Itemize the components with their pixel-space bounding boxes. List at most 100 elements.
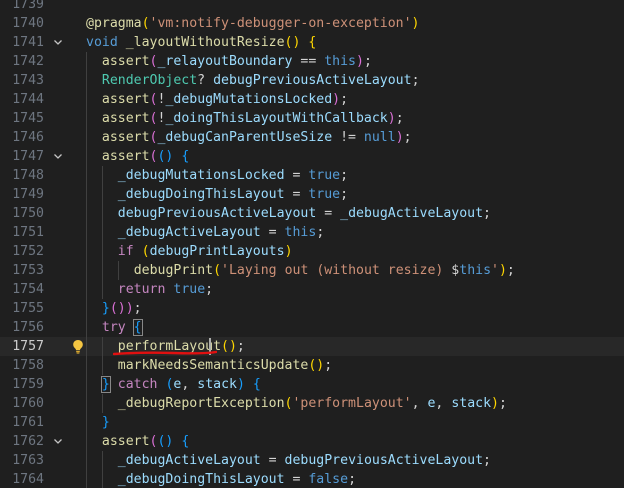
code-line[interactable]: 1764 _debugDoingThisLayout = false; bbox=[0, 470, 624, 488]
code-text[interactable]: return true; bbox=[118, 280, 213, 299]
code-text[interactable]: assert(() { bbox=[102, 147, 189, 166]
code-line[interactable]: 1739 bbox=[0, 0, 624, 14]
code-text[interactable]: assert(() { bbox=[102, 432, 189, 451]
code-token: { bbox=[252, 377, 261, 392]
code-line[interactable]: 1751 _debugActiveLayout = this; bbox=[0, 223, 624, 242]
code-line[interactable]: 1763 _debugActiveLayout = debugPreviousAc… bbox=[0, 451, 624, 470]
code-token: ) bbox=[395, 130, 404, 145]
code-token: ' bbox=[491, 263, 499, 278]
line-number: 1755 bbox=[12, 301, 44, 316]
code-line[interactable]: 1753 debugPrint('Laying out (without resi… bbox=[0, 261, 624, 280]
code-token: == bbox=[292, 54, 325, 69]
code-token: stack bbox=[197, 377, 237, 392]
code-token: null bbox=[363, 130, 396, 145]
code-token: ) bbox=[411, 16, 420, 31]
code-token: debugPreviousActiveLayout bbox=[284, 453, 484, 468]
code-token: _debugMutationsLocked bbox=[117, 168, 285, 183]
code-token: true bbox=[308, 187, 341, 202]
code-token: _debugDoingThisLayout bbox=[117, 187, 285, 202]
code-token: ; bbox=[236, 339, 245, 354]
indent-guide bbox=[86, 109, 87, 128]
code-token: ; bbox=[506, 263, 515, 278]
code-line[interactable]: 1762 assert(() { bbox=[0, 432, 624, 451]
indent-guide bbox=[101, 280, 103, 299]
code-line[interactable]: 1741 void _layoutWithoutResize() { bbox=[0, 33, 624, 52]
code-text[interactable]: RenderObject? debugPreviousActiveLayout; bbox=[102, 71, 420, 90]
code-line[interactable]: 1756 try { bbox=[0, 318, 624, 337]
line-number: 1756 bbox=[12, 320, 44, 335]
code-text[interactable]: markNeedsSemanticsUpdate(); bbox=[118, 356, 332, 375]
code-line[interactable]: 1757 performLayout(); bbox=[0, 337, 624, 356]
indent-guide bbox=[86, 394, 87, 413]
indent-guide bbox=[86, 280, 87, 299]
code-text[interactable]: } bbox=[102, 413, 110, 432]
code-token: assert bbox=[101, 149, 150, 164]
code-line[interactable]: 1755 }()); bbox=[0, 299, 624, 318]
code-text[interactable]: if (debugPrintLayouts) bbox=[118, 242, 293, 261]
code-token: ; bbox=[395, 111, 404, 126]
code-line[interactable]: 1740 @pragma('vm:notify-debugger-on-excep… bbox=[0, 14, 624, 33]
code-line[interactable]: 1744 assert(!_debugMutationsLocked); bbox=[0, 90, 624, 109]
code-token: = bbox=[284, 168, 309, 183]
code-text[interactable]: } catch (e, stack) { bbox=[100, 375, 261, 394]
indent-guide bbox=[86, 337, 87, 356]
code-line[interactable]: 1749 _debugDoingThisLayout = true; bbox=[0, 185, 624, 204]
code-token: ; bbox=[340, 168, 349, 183]
code-text[interactable]: try { bbox=[102, 318, 143, 337]
code-line[interactable]: 1752 if (debugPrintLayouts) bbox=[0, 242, 624, 261]
code-line[interactable]: 1759} catch (e, stack) { bbox=[0, 375, 624, 394]
code-token: { bbox=[132, 319, 143, 336]
code-line[interactable]: 1758 markNeedsSemanticsUpdate(); bbox=[0, 356, 624, 375]
code-token: _debugDoingThisLayout bbox=[117, 472, 285, 487]
code-text[interactable]: assert(_relayoutBoundary == this); bbox=[102, 52, 372, 71]
code-token: () bbox=[221, 339, 237, 354]
line-number: 1764 bbox=[12, 472, 44, 487]
line-number: 1739 bbox=[12, 0, 44, 12]
code-token: _doingThisLayoutWithCallback bbox=[165, 111, 388, 126]
code-line[interactable]: 1750 debugPreviousActiveLayout = _debugAc… bbox=[0, 204, 624, 223]
code-token: 'performLayout' bbox=[292, 396, 412, 411]
code-token: { bbox=[181, 434, 190, 449]
code-token: ; bbox=[340, 92, 349, 107]
code-line[interactable]: 1760 _debugReportException('performLayout… bbox=[0, 394, 624, 413]
code-text[interactable]: assert(_debugCanParentUseSize != null); bbox=[102, 128, 412, 147]
code-line[interactable]: 1754 return true; bbox=[0, 280, 624, 299]
code-line[interactable]: 1747 assert(() { bbox=[0, 147, 624, 166]
code-text[interactable]: assert(!_doingThisLayoutWithCallback); bbox=[102, 109, 404, 128]
indent-guide bbox=[101, 185, 103, 204]
code-text[interactable]: void _layoutWithoutResize() { bbox=[86, 33, 316, 52]
code-text[interactable]: _debugDoingThisLayout = false; bbox=[118, 470, 356, 488]
code-token: ; bbox=[348, 472, 357, 487]
code-token: return bbox=[117, 282, 166, 297]
code-text[interactable]: assert(!_debugMutationsLocked); bbox=[102, 90, 348, 109]
code-text[interactable]: }()); bbox=[102, 299, 142, 318]
code-text[interactable]: _debugActiveLayout = debugPreviousActive… bbox=[118, 451, 491, 470]
code-text[interactable]: _debugActiveLayout = this; bbox=[118, 223, 324, 242]
code-line[interactable]: 1745 assert(!_doingThisLayoutWithCallback… bbox=[0, 109, 624, 128]
code-text[interactable]: debugPrint('Laying out (without resize) … bbox=[134, 261, 515, 280]
code-token: () bbox=[157, 149, 174, 164]
indent-guide bbox=[101, 451, 103, 470]
code-token: () bbox=[284, 35, 301, 50]
code-line[interactable]: 1761} bbox=[0, 413, 624, 432]
code-text[interactable]: _debugMutationsLocked = true; bbox=[118, 166, 348, 185]
line-number: 1746 bbox=[12, 130, 44, 145]
code-line[interactable]: 1743 RenderObject? debugPreviousActiveLay… bbox=[0, 71, 624, 90]
code-editor[interactable]: 1739 1740 @pragma('vm:notify-debugger-on-e… bbox=[0, 0, 624, 488]
code-line[interactable]: 1742 assert(_relayoutBoundary == this); bbox=[0, 52, 624, 71]
indent-guide bbox=[101, 337, 103, 356]
code-token: @pragma bbox=[86, 16, 142, 31]
lightbulb-icon[interactable] bbox=[72, 339, 84, 354]
code-line[interactable]: 1748 _debugMutationsLocked = true; bbox=[0, 166, 624, 185]
code-token: , bbox=[435, 396, 452, 411]
code-token: ; bbox=[498, 396, 507, 411]
code-text[interactable]: debugPreviousActiveLayout = _debugActive… bbox=[118, 204, 491, 223]
code-text[interactable]: _debugReportException('performLayout', e… bbox=[118, 394, 507, 413]
code-line[interactable]: 1746 assert(_debugCanParentUseSize != nul… bbox=[0, 128, 624, 147]
code-text[interactable]: @pragma('vm:notify-debugger-on-exception… bbox=[86, 14, 420, 33]
code-text[interactable]: _debugDoingThisLayout = true; bbox=[118, 185, 348, 204]
